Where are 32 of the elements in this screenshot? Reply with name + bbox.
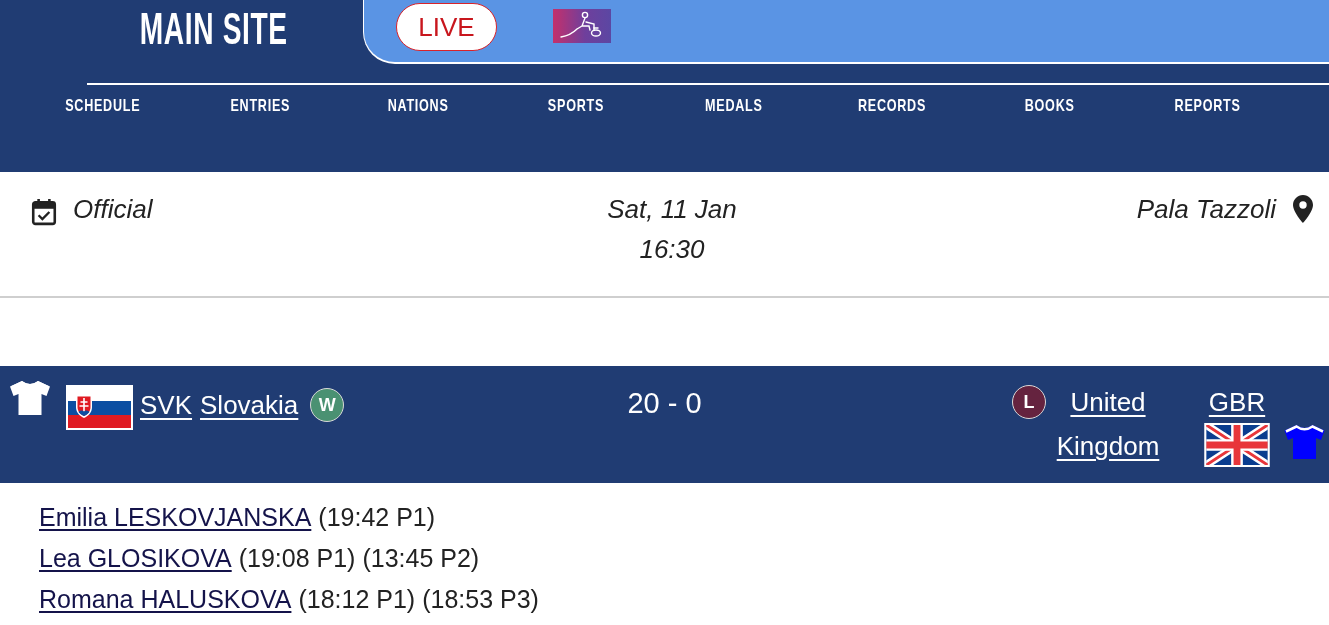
nav-link[interactable]: RECORDS bbox=[857, 97, 926, 115]
nav-link[interactable]: SPORTS bbox=[548, 97, 605, 115]
goal-time: (13:45 P2) bbox=[362, 543, 480, 574]
goal-time: (19:08 P1) bbox=[238, 543, 356, 574]
match-score: 20 - 0 bbox=[627, 386, 702, 421]
team-code-link[interactable]: SVK bbox=[140, 381, 193, 429]
nav-link[interactable]: MEDALS bbox=[705, 97, 763, 115]
event-date: Sat, 11 Jan bbox=[607, 193, 737, 226]
venue-name: Pala Tazzoli bbox=[1136, 193, 1276, 226]
nav-link[interactable]: ENTRIES bbox=[230, 97, 291, 115]
nav-link[interactable]: SCHEDULE bbox=[65, 97, 141, 115]
team-name-link[interactable]: United Kingdom bbox=[1052, 380, 1164, 468]
team-name-link[interactable]: Slovakia bbox=[200, 381, 299, 429]
player-name-link[interactable]: Romana HALUSKOVA bbox=[39, 579, 292, 620]
location-pin-icon bbox=[1293, 195, 1313, 223]
nav-link[interactable]: BOOKS bbox=[1024, 97, 1075, 115]
site-logo[interactable]: MAIN SITE bbox=[139, 8, 288, 49]
player-name-link[interactable]: Emilia LESKOVJANSKA bbox=[39, 497, 312, 538]
nav-link[interactable]: REPORTS bbox=[1174, 97, 1241, 115]
sport-pictogram-icon[interactable] bbox=[553, 9, 611, 43]
event-time: 16:30 bbox=[638, 233, 706, 266]
goal-time: (19:42 P1) bbox=[318, 502, 436, 533]
goal-time: (18:53 P3) bbox=[422, 584, 539, 615]
result-badge: L bbox=[1012, 385, 1046, 419]
team-code-link[interactable]: GBR bbox=[1208, 382, 1266, 422]
event-status: Official bbox=[73, 193, 153, 226]
player-name-link[interactable]: Lea GLOSIKOVA bbox=[39, 538, 232, 579]
goal-time: (18:12 P1) bbox=[298, 584, 416, 615]
calendar-check-icon bbox=[31, 198, 57, 226]
result-badge: W bbox=[310, 388, 345, 422]
live-button[interactable]: LIVE bbox=[396, 3, 497, 51]
nav-link[interactable]: NATIONS bbox=[387, 97, 449, 115]
